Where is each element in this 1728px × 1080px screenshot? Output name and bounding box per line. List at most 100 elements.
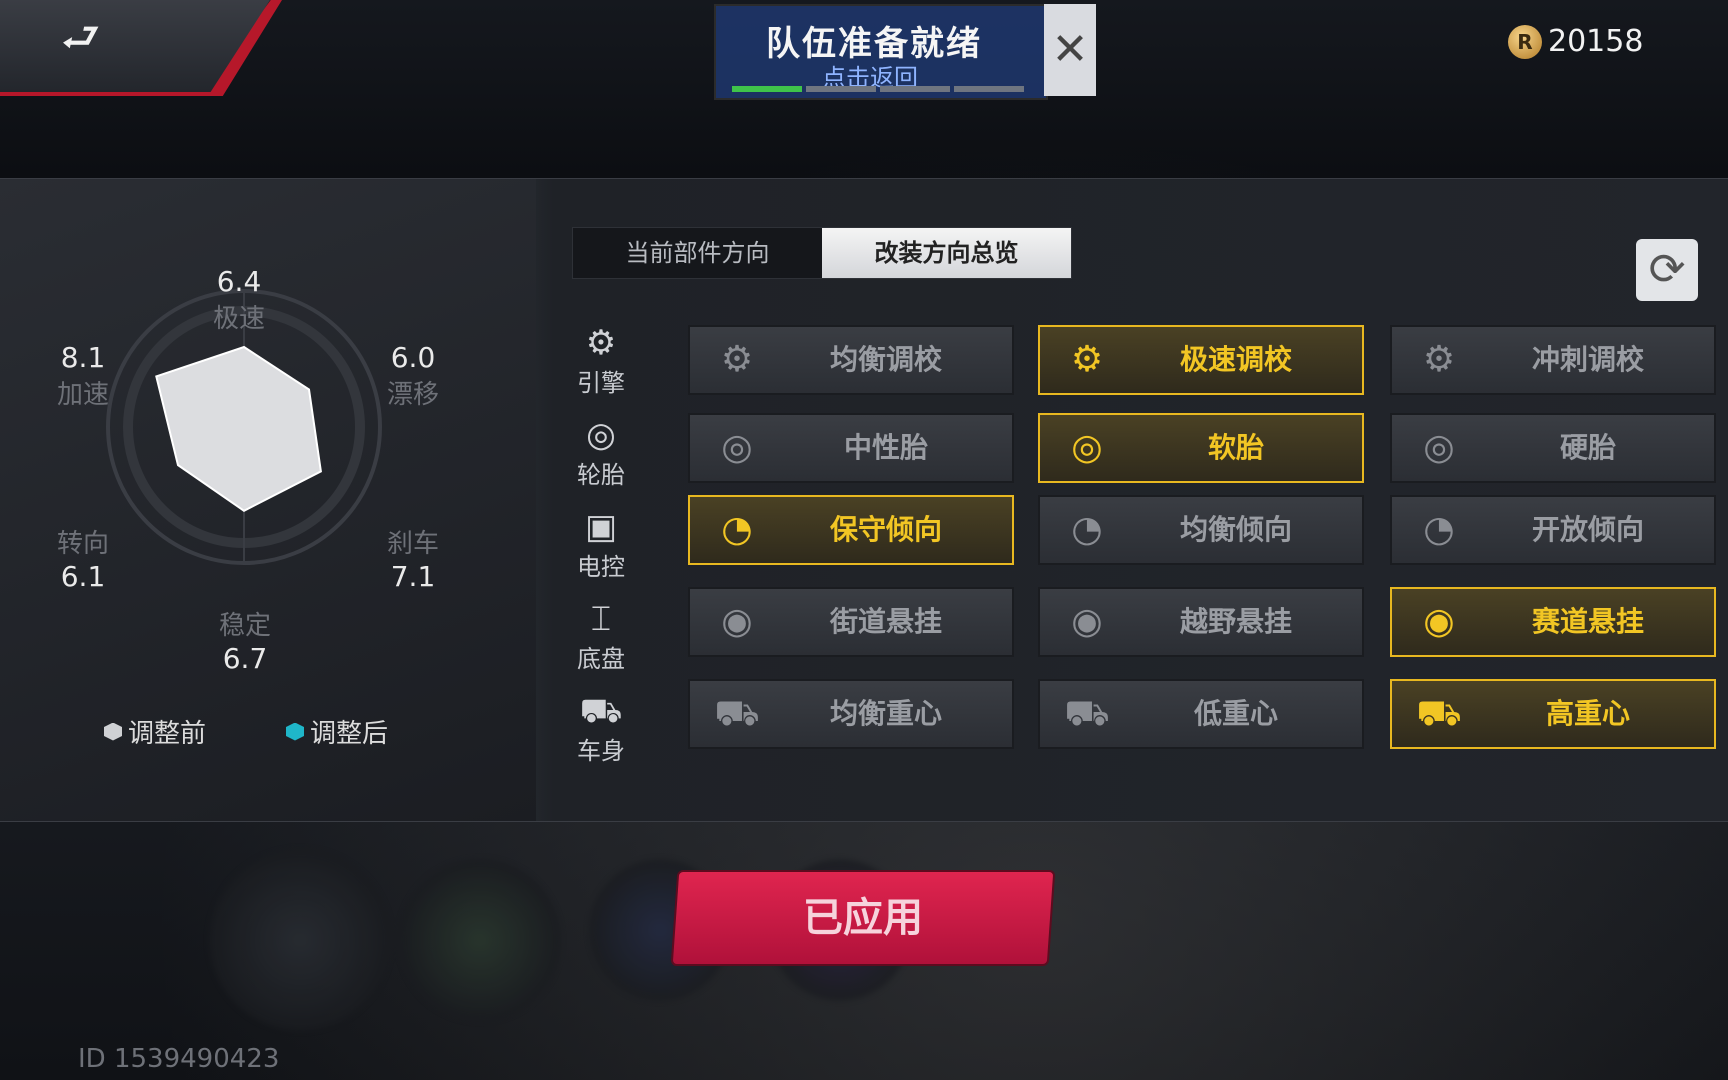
brake-disc-icon: ◉ <box>721 601 753 642</box>
progress-segment <box>954 86 1024 92</box>
category-body: ⛟ 车身 <box>566 691 636 766</box>
progress-segment <box>806 86 876 92</box>
stat-value: 8.1 <box>60 341 106 374</box>
stat-steering: 转向 6.1 <box>38 523 128 593</box>
option-label: 软胎 <box>1207 431 1264 464</box>
stat-label: 加速 <box>56 380 109 410</box>
team-ready-notice[interactable]: 队伍准备就绪 点击返回 <box>714 4 1048 100</box>
stat-label: 稳定 <box>218 611 271 641</box>
tire-icon: ◎ <box>1423 427 1455 468</box>
option-low-cog[interactable]: ⛟ 低重心 <box>1038 679 1364 749</box>
car-body-icon: ⛟ <box>1064 693 1110 734</box>
hex-icon <box>104 722 122 741</box>
car-body-icon: ⛟ <box>579 691 623 731</box>
option-conservative[interactable]: ◔ 保守倾向 <box>688 495 1014 565</box>
option-label: 均衡倾向 <box>1179 513 1292 546</box>
stat-value: 6.1 <box>60 560 106 593</box>
stat-label: 转向 <box>56 529 109 559</box>
tab-current-parts[interactable]: 当前部件方向 <box>573 228 822 278</box>
stat-drift: 6.0 漂移 <box>368 341 458 411</box>
stat-value: 6.4 <box>216 265 262 298</box>
category-label: 引擎 <box>577 369 625 397</box>
option-label: 高重心 <box>1545 697 1630 730</box>
coin-icon: R <box>1508 24 1542 59</box>
coin-balance: R 20158 <box>1508 24 1643 59</box>
stat-label: 漂移 <box>386 380 439 410</box>
notice-progress <box>732 86 1024 92</box>
gauge-icon: ◔ <box>1423 509 1455 550</box>
stat-value: 6.0 <box>390 341 436 374</box>
option-label: 硬胎 <box>1559 431 1616 464</box>
stat-value: 7.1 <box>390 560 436 593</box>
option-neutral-tire[interactable]: ◎ 中性胎 <box>688 413 1014 483</box>
stats-pane: 6.4 极速 6.0 漂移 刹车 7.1 稳定 6.7 转向 6.1 8.1 加… <box>0 179 536 821</box>
car-body-icon: ⛟ <box>1416 693 1462 734</box>
progress-segment <box>732 86 802 92</box>
car-body-icon: ⛟ <box>714 693 760 734</box>
option-street-suspension[interactable]: ◉ 街道悬挂 <box>688 587 1014 657</box>
option-label: 中性胎 <box>843 431 928 464</box>
option-label: 均衡调校 <box>829 343 942 376</box>
engine-icon: ⚙ <box>720 339 754 380</box>
option-label: 极速调校 <box>1179 343 1292 376</box>
legend-label: 调整后 <box>310 719 389 749</box>
category-engine: ⚙ 引擎 <box>566 323 636 398</box>
applied-button[interactable]: 已应用 <box>672 872 1054 964</box>
gauge-icon: ◔ <box>721 509 753 550</box>
option-label: 保守倾向 <box>829 513 942 546</box>
legend-after: 调整后 <box>286 713 388 750</box>
category-chassis: ⌶ 底盘 <box>566 599 636 674</box>
gauge-icon: ◔ <box>1071 509 1103 550</box>
option-top-speed-tune[interactable]: ⚙ 极速调校 <box>1038 325 1364 395</box>
stat-acceleration: 8.1 加速 <box>38 341 128 411</box>
option-balanced-tune[interactable]: ⚙ 均衡调校 <box>688 325 1014 395</box>
applied-label: 已应用 <box>803 895 923 941</box>
coin-value: 20158 <box>1548 24 1644 59</box>
category-label: 车身 <box>577 737 625 765</box>
option-track-suspension[interactable]: ◉ 赛道悬挂 <box>1390 587 1716 657</box>
stat-brake: 刹车 7.1 <box>368 523 458 593</box>
option-label: 均衡重心 <box>829 697 942 730</box>
option-label: 低重心 <box>1193 697 1278 730</box>
chip-icon: ▣ <box>584 507 618 547</box>
stat-top-speed: 6.4 极速 <box>194 265 284 335</box>
category-label: 底盘 <box>577 645 625 673</box>
category-label: 电控 <box>577 553 625 581</box>
engine-icon: ⚙ <box>1422 339 1456 380</box>
option-sprint-tune[interactable]: ⚙ 冲刺调校 <box>1390 325 1716 395</box>
option-label: 越野悬挂 <box>1179 605 1292 638</box>
tire-icon: ◎ <box>586 415 616 455</box>
radar-shape <box>155 345 322 512</box>
engine-icon: ⚙ <box>1070 339 1104 380</box>
option-label: 街道悬挂 <box>829 605 942 638</box>
category-label: 轮胎 <box>577 461 625 489</box>
option-label: 开放倾向 <box>1531 513 1644 546</box>
tire-icon: ◎ <box>1071 427 1103 468</box>
stat-label: 刹车 <box>386 529 439 559</box>
category-electronics: ▣ 电控 <box>566 507 636 582</box>
option-balanced-tendency[interactable]: ◔ 均衡倾向 <box>1038 495 1364 565</box>
category-tire: ◎ 轮胎 <box>566 415 636 490</box>
legend-label: 调整前 <box>128 719 207 749</box>
engine-icon: ⚙ <box>585 323 617 363</box>
option-hard-tire[interactable]: ◎ 硬胎 <box>1390 413 1716 483</box>
direction-tabs: 当前部件方向 改装方向总览 <box>572 227 1072 279</box>
tab-overview[interactable]: 改装方向总览 <box>822 228 1071 278</box>
close-icon[interactable]: ✕ <box>1044 4 1096 96</box>
chassis-icon: ⌶ <box>590 599 612 639</box>
option-high-cog[interactable]: ⛟ 高重心 <box>1390 679 1716 749</box>
progress-segment <box>880 86 950 92</box>
option-balanced-cog[interactable]: ⛟ 均衡重心 <box>688 679 1014 749</box>
option-soft-tire[interactable]: ◎ 软胎 <box>1038 413 1364 483</box>
tire-icon: ◎ <box>721 427 753 468</box>
legend-before: 调整前 <box>104 713 206 750</box>
back-arrow-icon[interactable]: ⮐ <box>57 15 167 61</box>
brake-disc-icon: ◉ <box>1071 601 1103 642</box>
option-open-tendency[interactable]: ◔ 开放倾向 <box>1390 495 1716 565</box>
refresh-icon[interactable]: ⟳ <box>1636 239 1698 301</box>
hex-icon <box>286 722 304 741</box>
tuning-panel: 6.4 极速 6.0 漂移 刹车 7.1 稳定 6.7 转向 6.1 8.1 加… <box>0 178 1728 822</box>
brake-disc-icon: ◉ <box>1423 601 1455 642</box>
option-offroad-suspension[interactable]: ◉ 越野悬挂 <box>1038 587 1364 657</box>
stat-stability: 稳定 6.7 <box>200 605 290 675</box>
